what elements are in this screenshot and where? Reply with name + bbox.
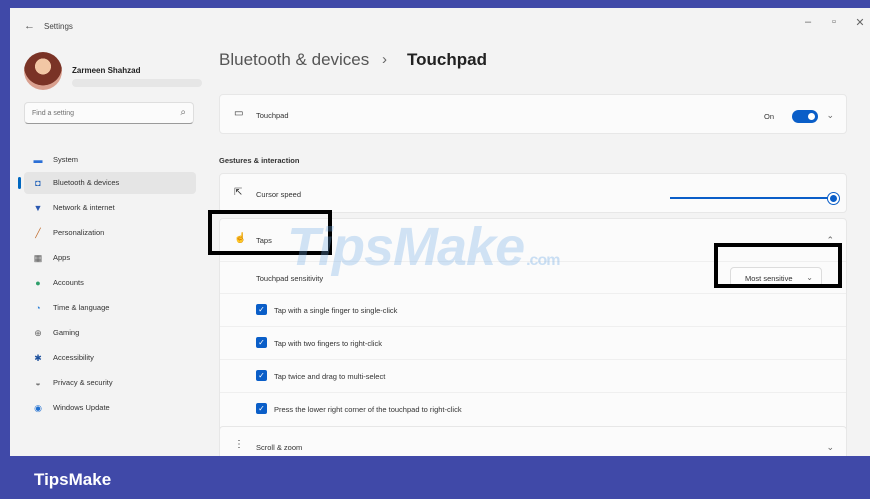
footer-brand: TipsMake <box>34 470 112 489</box>
scroll-icon: ⋮ <box>234 439 244 450</box>
touchpad-card[interactable]: ▭ Touchpad On ⌄ <box>219 94 847 134</box>
watermark-text: TipsMake <box>287 217 525 277</box>
sidebar-item-label: Windows Update <box>53 403 110 412</box>
sidebar-item-label: Accounts <box>53 278 84 287</box>
update-icon: ◉ <box>34 403 42 413</box>
sidebar-item-system[interactable]: ▬ System <box>24 149 196 171</box>
touchpad-label: Touchpad <box>256 111 289 120</box>
title-bar: ← Settings – ▫ ✕ <box>10 8 870 42</box>
cursor-speed-slider[interactable] <box>670 197 830 199</box>
watermark-suffix: .com <box>526 252 560 269</box>
sidebar-item-label: Accessibility <box>53 353 94 362</box>
slider-thumb[interactable] <box>828 193 839 204</box>
touchpad-icon: ▭ <box>234 108 244 119</box>
user-email-redacted <box>72 79 202 87</box>
tap-icon: ☝ <box>234 233 247 244</box>
breadcrumb-parent[interactable]: Bluetooth & devices <box>219 50 369 70</box>
checkbox[interactable]: ✓ <box>256 403 267 414</box>
sidebar-item-apps[interactable]: ▦ Apps <box>24 247 196 269</box>
accounts-icon: ● <box>35 278 41 288</box>
close-icon[interactable]: ✕ <box>850 16 870 29</box>
sidebar-item-accessibility[interactable]: ✱ Accessibility <box>24 347 196 369</box>
sidebar-item-label: Bluetooth & devices <box>53 178 120 187</box>
sidebar-item-personalization[interactable]: ╱ Personalization <box>24 222 196 244</box>
tap-option-row: ✓ Tap with a single finger to single-clic… <box>220 293 846 326</box>
checkbox-label: Tap twice and drag to multi-select <box>274 372 386 381</box>
checkbox-label: Press the lower right corner of the touc… <box>274 405 462 414</box>
sidebar-item-windows-update[interactable]: ◉ Windows Update <box>24 397 196 419</box>
sidebar-item-label: Apps <box>53 253 71 262</box>
sidebar-item-label: Personalization <box>53 228 105 237</box>
apps-icon: ▦ <box>33 253 43 263</box>
avatar <box>24 52 62 90</box>
tap-option-row: ✓ Press the lower right corner of the tou… <box>220 392 846 425</box>
sidebar-item-network-internet[interactable]: ▼ Network & internet <box>24 197 196 219</box>
sidebar-item-gaming[interactable]: ⊕ Gaming <box>24 322 196 344</box>
window-title: Settings <box>44 22 73 31</box>
gaming-icon: ⊕ <box>34 328 42 338</box>
sidebar-item-label: System <box>53 155 79 164</box>
sidebar-item-bluetooth-devices[interactable]: ◘ Bluetooth & devices <box>18 172 196 194</box>
search-box[interactable]: Find a setting ⌕ <box>24 102 194 124</box>
sidebar-item-label: Gaming <box>53 328 80 337</box>
footer-banner: TipsMake <box>0 456 870 499</box>
chevron-up-icon[interactable]: ⌃ <box>826 235 834 246</box>
wifi-icon: ▼ <box>33 203 43 213</box>
sidebar-item-label: Network & internet <box>53 203 115 212</box>
checkbox-label: Tap with a single finger to single-click <box>274 306 398 315</box>
cursor-icon: ⇱ <box>234 187 243 198</box>
sidebar-item-time-language[interactable]: ◔ Time & language <box>24 297 196 319</box>
system-icon: ▬ <box>33 155 43 165</box>
globe-icon: ◔ <box>35 303 41 313</box>
minimize-icon[interactable]: – <box>798 16 818 28</box>
shield-icon: ◒ <box>35 378 41 388</box>
sidebar-item-label: Privacy & security <box>53 378 113 387</box>
cursor-speed-label: Cursor speed <box>256 190 302 199</box>
touchpad-toggle[interactable] <box>792 110 818 123</box>
page-title: Touchpad <box>407 50 487 69</box>
chevron-down-icon: ⌄ <box>806 273 813 282</box>
sensitivity-dropdown[interactable]: Most sensitive ⌄ <box>730 267 822 287</box>
user-name: Zarmeen Shahzad <box>72 66 141 75</box>
back-icon[interactable]: ← <box>24 20 35 32</box>
search-input[interactable]: Find a setting <box>32 110 74 117</box>
toggle-state-label: On <box>763 112 774 121</box>
sidebar: Zarmeen Shahzad Find a setting ⌕ ▬ System… <box>10 42 206 456</box>
sidebar-item-privacy-security[interactable]: ◒ Privacy & security <box>24 372 196 394</box>
breadcrumb-separator: › <box>382 51 387 68</box>
chevron-down-icon[interactable]: ⌄ <box>826 442 834 453</box>
sidebar-item-accounts[interactable]: ● Accounts <box>24 272 196 294</box>
taps-label: Taps <box>256 236 272 245</box>
checkbox[interactable]: ✓ <box>256 370 267 381</box>
section-title: Gestures & interaction <box>219 156 300 165</box>
chevron-down-icon[interactable]: ⌄ <box>826 110 834 121</box>
user-profile[interactable]: Zarmeen Shahzad <box>24 52 204 92</box>
cursor-speed-card: ⇱ Cursor speed <box>219 173 847 213</box>
tap-option-row: ✓ Tap twice and drag to multi-select <box>220 359 846 392</box>
brush-icon: ╱ <box>35 228 41 238</box>
scroll-zoom-label: Scroll & zoom <box>256 443 303 452</box>
scroll-zoom-card[interactable]: ⋮ Scroll & zoom ⌄ <box>219 426 847 456</box>
dropdown-value: Most sensitive <box>745 274 793 283</box>
toggle-knob <box>808 113 815 120</box>
checkbox-label: Tap with two fingers to right-click <box>274 339 382 348</box>
sidebar-item-label: Time & language <box>53 303 110 312</box>
active-indicator <box>18 177 21 189</box>
checkbox[interactable]: ✓ <box>256 337 267 348</box>
tap-option-row: ✓ Tap with two fingers to right-click <box>220 326 846 359</box>
watermark: TipsMake .com <box>287 216 560 278</box>
maximize-icon[interactable]: ▫ <box>824 16 844 28</box>
accessibility-icon: ✱ <box>34 353 42 363</box>
checkbox[interactable]: ✓ <box>256 304 267 315</box>
bluetooth-icon: ◘ <box>35 178 41 188</box>
search-icon[interactable]: ⌕ <box>180 107 186 118</box>
